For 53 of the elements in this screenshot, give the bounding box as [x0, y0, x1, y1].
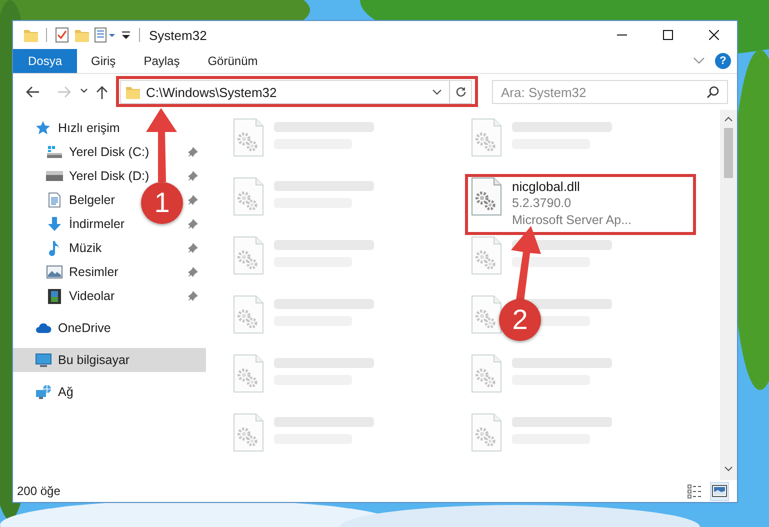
ribbon-tab[interactable]: Dosya [13, 49, 78, 73]
nav-item[interactable]: Videolar [69, 289, 115, 303]
drive-icon [46, 168, 63, 184]
help-button[interactable]: ? [715, 53, 731, 69]
nav-item[interactable]: Ağ [58, 385, 74, 399]
film-icon [46, 288, 63, 304]
file-detail: 5.2.3790.0 [512, 195, 572, 212]
folder-icon [74, 27, 90, 43]
computer-icon [35, 352, 52, 368]
folder-icon [125, 84, 141, 100]
nav-item[interactable]: OneDrive [58, 321, 111, 335]
nav-item[interactable]: Resimler [69, 265, 118, 279]
properties-icon [94, 27, 116, 43]
list-icon [687, 484, 702, 498]
checklist-icon [54, 27, 70, 43]
refresh-icon [454, 86, 466, 98]
scroll-thumb[interactable] [724, 128, 733, 178]
ribbon-tab[interactable]: Paylaş [130, 49, 194, 73]
close-icon [709, 30, 719, 40]
picture-icon [46, 264, 63, 280]
maximize-icon [663, 30, 673, 40]
folder-icon [23, 27, 39, 43]
forward-arrow-icon [56, 85, 72, 99]
nav-item[interactable]: Yerel Disk (C:) [69, 145, 150, 159]
file-detail: Microsoft Server Ap... [512, 212, 632, 229]
nav-item[interactable]: Müzik [69, 241, 102, 255]
dropdown-icon [432, 89, 442, 95]
tiles-view-button[interactable] [710, 482, 729, 500]
details-view-button[interactable] [685, 482, 704, 500]
download-icon [46, 216, 63, 232]
star-icon [35, 120, 52, 136]
nav-item[interactable]: Belgeler [69, 193, 115, 207]
document-icon [46, 192, 63, 208]
window-title: System32 [149, 28, 208, 42]
expand-ribbon-icon [693, 57, 705, 65]
file-name[interactable]: nicglobal.dll [512, 178, 632, 195]
drive-icon [46, 144, 63, 160]
ribbon-tab[interactable]: Giriş [77, 49, 130, 73]
scroll-up-icon [724, 116, 733, 122]
up-arrow-icon [95, 85, 109, 99]
nav-item[interactable]: Bu bilgisayar [58, 353, 130, 367]
scrollbar[interactable] [720, 110, 737, 480]
back-arrow-icon [25, 85, 41, 99]
item-count: 200 öğe [17, 484, 60, 498]
nav-item[interactable]: Yerel Disk (D:) [69, 169, 150, 183]
nav-item[interactable]: Hızlı erişim [58, 121, 120, 135]
picture-icon [712, 484, 727, 498]
nav-item[interactable]: İndirmeler [69, 217, 125, 231]
ribbon-tab[interactable]: Görünüm [194, 49, 272, 73]
search-field[interactable]: Ara: System32 [492, 80, 728, 104]
search-icon [707, 86, 719, 98]
scroll-down-icon [724, 466, 733, 472]
network-icon [35, 384, 52, 400]
